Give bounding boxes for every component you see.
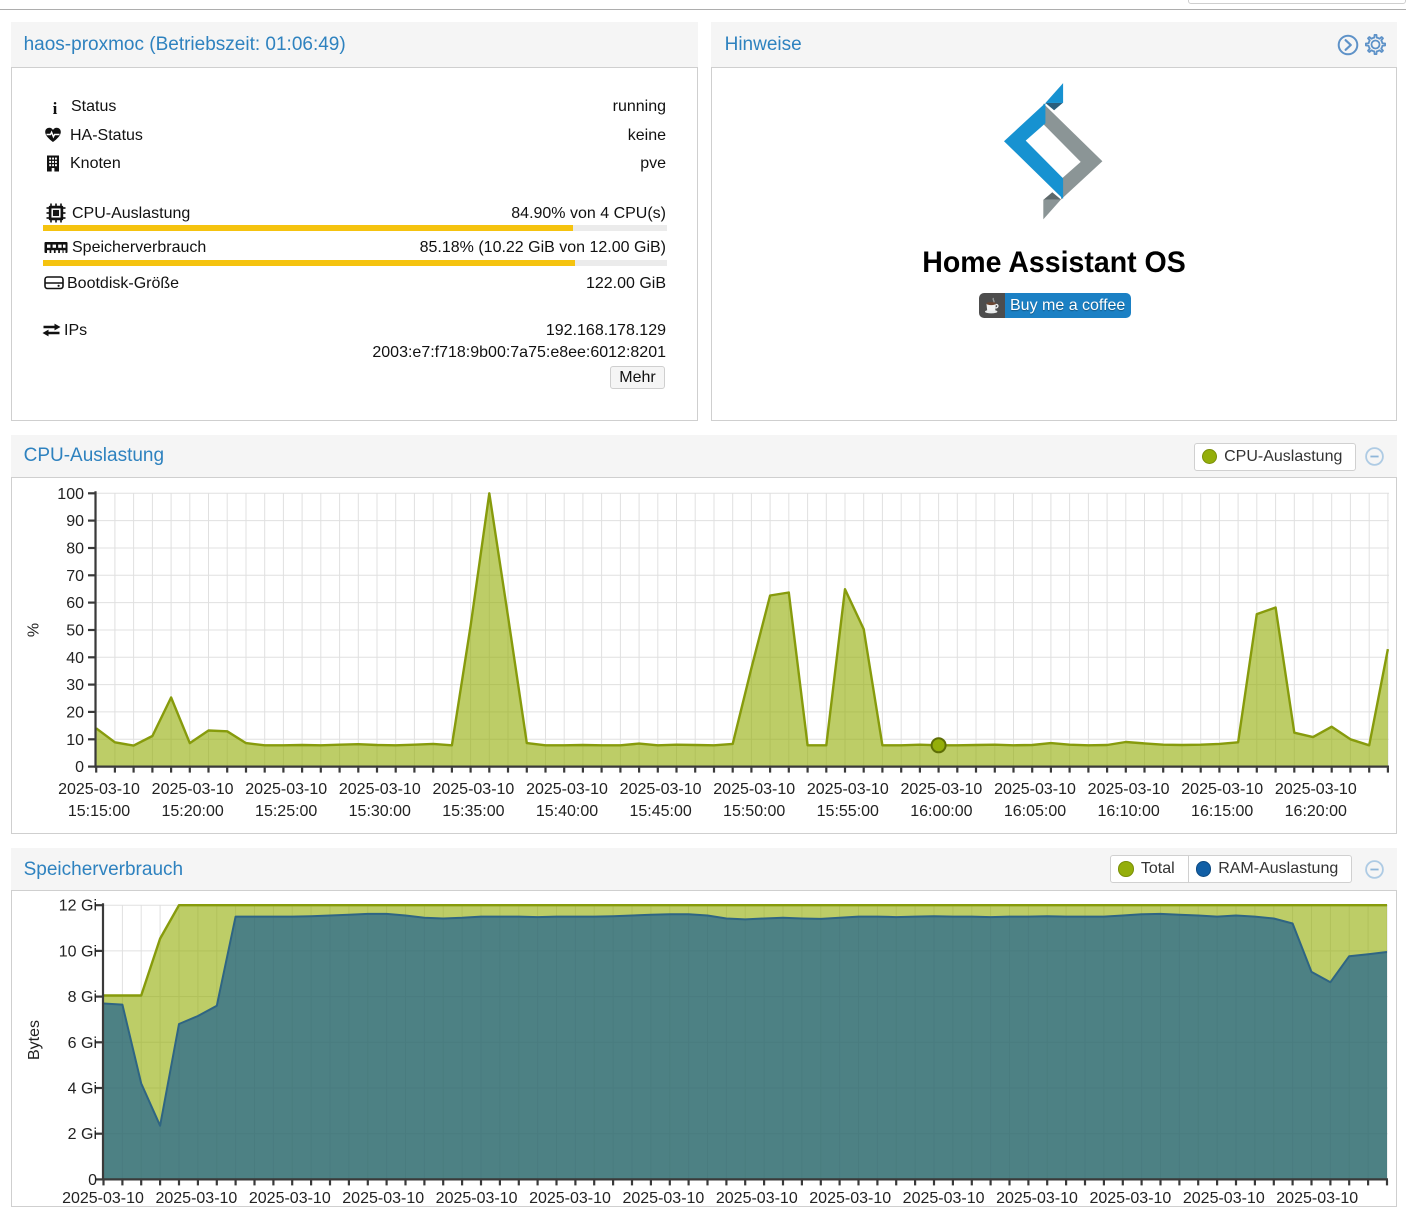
svg-text:15:25:00: 15:25:00 [255, 803, 317, 820]
svg-text:2025-03-10: 2025-03-10 [713, 781, 795, 798]
svg-text:70: 70 [66, 568, 84, 585]
svg-text:15:30:00: 15:30:00 [349, 803, 411, 820]
svg-text:2025-03-10: 2025-03-10 [529, 1190, 611, 1206]
svg-text:2025-03-10: 2025-03-10 [1275, 781, 1357, 798]
svg-text:90: 90 [66, 513, 84, 530]
svg-text:10 Gi: 10 Gi [59, 943, 97, 960]
svg-text:2025-03-10: 2025-03-10 [1183, 1190, 1265, 1206]
svg-text:2025-03-10: 2025-03-10 [432, 781, 514, 798]
svg-text:2025-03-10: 2025-03-10 [58, 781, 140, 798]
svg-text:%: % [26, 623, 43, 637]
svg-text:2025-03-10: 2025-03-10 [994, 781, 1076, 798]
svg-text:16:10:00: 16:10:00 [1097, 803, 1159, 820]
svg-text:100: 100 [57, 486, 84, 503]
svg-text:2025-03-10: 2025-03-10 [342, 1190, 424, 1206]
svg-text:40: 40 [66, 650, 84, 667]
svg-text:16:20:00: 16:20:00 [1285, 803, 1347, 820]
svg-text:2025-03-10: 2025-03-10 [1088, 781, 1170, 798]
svg-text:2025-03-10: 2025-03-10 [155, 1190, 237, 1206]
svg-text:2025-03-10: 2025-03-10 [152, 781, 234, 798]
svg-text:2025-03-10: 2025-03-10 [903, 1190, 985, 1206]
svg-text:0: 0 [88, 1172, 97, 1189]
svg-text:15:35:00: 15:35:00 [442, 803, 504, 820]
svg-text:80: 80 [66, 541, 84, 558]
svg-text:2025-03-10: 2025-03-10 [339, 781, 421, 798]
svg-text:15:55:00: 15:55:00 [817, 803, 879, 820]
svg-text:16:15:00: 16:15:00 [1191, 803, 1253, 820]
svg-text:2025-03-10: 2025-03-10 [622, 1190, 704, 1206]
svg-text:2025-03-10: 2025-03-10 [1089, 1190, 1171, 1206]
svg-text:6 Gi: 6 Gi [68, 1035, 97, 1052]
svg-text:60: 60 [66, 595, 84, 612]
svg-text:2025-03-10: 2025-03-10 [1181, 781, 1263, 798]
svg-text:12 Gi: 12 Gi [59, 898, 97, 915]
svg-text:2025-03-10: 2025-03-10 [436, 1190, 518, 1206]
svg-text:20: 20 [66, 704, 84, 721]
svg-text:15:20:00: 15:20:00 [161, 803, 223, 820]
svg-text:2025-03-10: 2025-03-10 [809, 1190, 891, 1206]
svg-text:16:05:00: 16:05:00 [1004, 803, 1066, 820]
svg-text:i: i [53, 99, 58, 116]
svg-text:2025-03-10: 2025-03-10 [249, 1190, 331, 1206]
svg-text:4 Gi: 4 Gi [68, 1081, 97, 1098]
svg-text:10: 10 [66, 732, 84, 749]
svg-text:16:00:00: 16:00:00 [910, 803, 972, 820]
svg-text:2025-03-10: 2025-03-10 [807, 781, 889, 798]
svg-text:2025-03-10: 2025-03-10 [1276, 1190, 1358, 1206]
svg-text:50: 50 [66, 623, 84, 640]
svg-text:2025-03-10: 2025-03-10 [900, 781, 982, 798]
svg-text:30: 30 [66, 677, 84, 694]
svg-text:8 Gi: 8 Gi [68, 989, 97, 1006]
svg-text:2025-03-10: 2025-03-10 [620, 781, 702, 798]
svg-text:Bytes: Bytes [26, 1020, 43, 1060]
svg-text:15:40:00: 15:40:00 [536, 803, 598, 820]
svg-text:2025-03-10: 2025-03-10 [716, 1190, 798, 1206]
svg-text:2025-03-10: 2025-03-10 [245, 781, 327, 798]
svg-text:2025-03-10: 2025-03-10 [62, 1190, 144, 1206]
svg-text:15:50:00: 15:50:00 [723, 803, 785, 820]
svg-text:2 Gi: 2 Gi [68, 1126, 97, 1143]
svg-text:15:45:00: 15:45:00 [629, 803, 691, 820]
svg-text:0: 0 [75, 759, 84, 776]
svg-text:2025-03-10: 2025-03-10 [526, 781, 608, 798]
svg-text:15:15:00: 15:15:00 [68, 803, 130, 820]
svg-text:2025-03-10: 2025-03-10 [996, 1190, 1078, 1206]
